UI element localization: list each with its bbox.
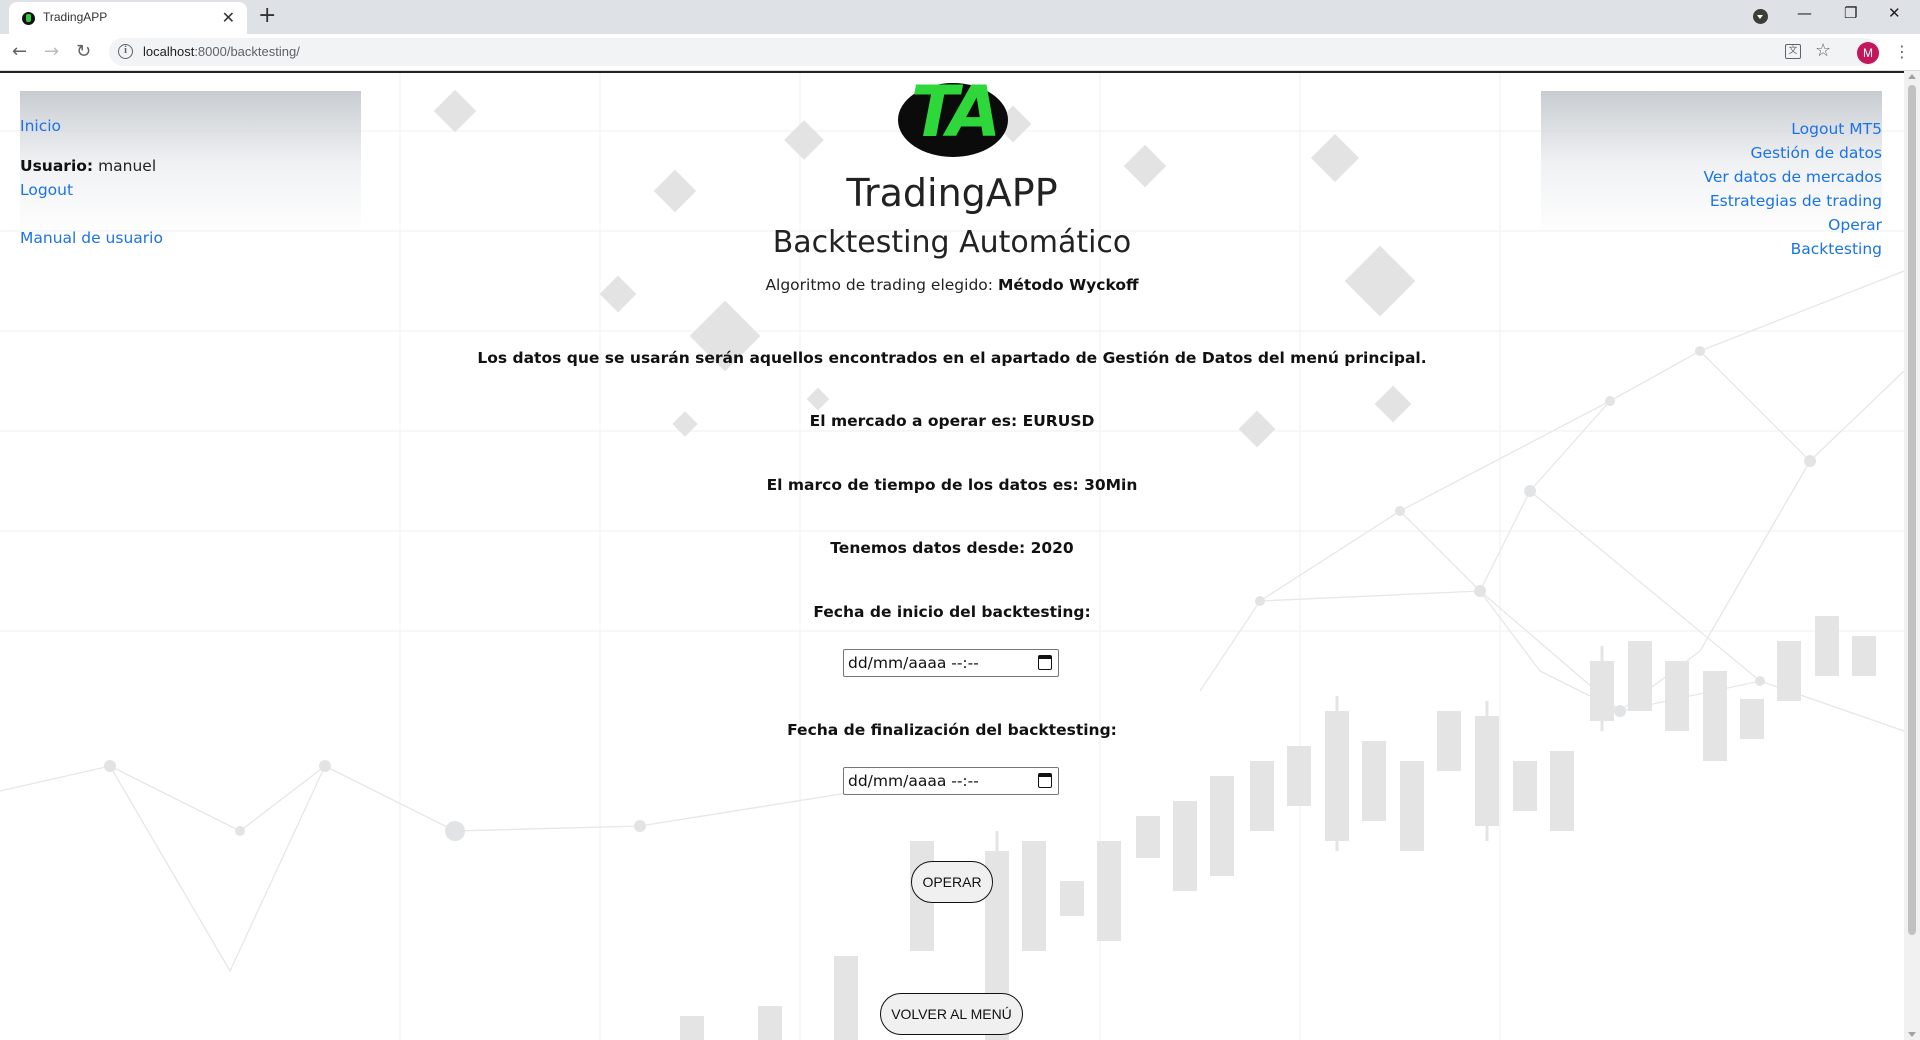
page-title: Backtesting Automático — [772, 225, 1132, 260]
forward-arrow-icon[interactable]: → — [44, 41, 59, 62]
browser-tab[interactable]: TradingAPP ✕ — [9, 2, 247, 34]
app-title: TradingAPP — [846, 171, 1058, 215]
start-date-label: Fecha de inicio del backtesting: — [813, 603, 1091, 621]
start-date-input[interactable]: dd/mm/aaaa --:-- — [843, 649, 1059, 677]
logo-text: TA — [910, 71, 1002, 153]
calendar-icon[interactable] — [1038, 773, 1052, 788]
profile-avatar[interactable]: M — [1857, 42, 1879, 64]
tab-search-icon[interactable] — [1753, 9, 1768, 24]
restore-icon[interactable]: ❐ — [1844, 4, 1857, 22]
scroll-thumb[interactable] — [1908, 85, 1916, 935]
algorithm-line: Algoritmo de trading elegido: Método Wyc… — [0, 276, 1904, 294]
algorithm-prefix: Algoritmo de trading elegido: — [765, 276, 993, 294]
new-tab-button[interactable]: + — [258, 3, 276, 28]
reload-icon[interactable]: ↻ — [76, 41, 91, 62]
timeframe-text: El marco de tiempo de los datos es: 30Mi… — [766, 476, 1138, 494]
start-date-placeholder: dd/mm/aaaa --:-- — [848, 654, 979, 672]
translate-icon[interactable]: 文 — [1785, 44, 1801, 59]
logout-mt5-link[interactable]: Logout MT5 — [1703, 117, 1882, 141]
scroll-up-arrow-icon[interactable] — [1908, 74, 1916, 79]
app-logo: TA — [898, 71, 1008, 157]
browser-tab-bar: TradingAPP ✕ + — ❐ ✕ — [0, 0, 1920, 34]
site-info-icon[interactable]: i — [118, 44, 133, 59]
nav-home-link[interactable]: Inicio — [20, 117, 61, 135]
bookmark-star-icon[interactable]: ☆ — [1815, 40, 1831, 61]
favicon-icon — [22, 12, 35, 25]
back-arrow-icon[interactable]: ← — [12, 41, 27, 62]
url-text[interactable]: localhost:8000/backtesting/ — [143, 44, 300, 59]
tab-close-icon[interactable]: ✕ — [222, 8, 235, 27]
address-bar[interactable]: i localhost:8000/backtesting/ 文 ☆ — [109, 38, 1880, 66]
back-to-menu-button[interactable]: VOLVER AL MENÚ — [880, 993, 1023, 1035]
scroll-down-arrow-icon[interactable] — [1908, 1032, 1916, 1037]
browser-menu-icon[interactable]: ⋮ — [1894, 42, 1910, 61]
vertical-scrollbar[interactable] — [1904, 71, 1920, 1040]
browser-toolbar: ← → ↻ i localhost:8000/backtesting/ 文 ☆ — [0, 34, 1920, 71]
data-source-text: Los datos que se usarán serán aquellos e… — [477, 349, 1427, 367]
end-date-label: Fecha de finalización del backtesting: — [787, 721, 1117, 739]
minimize-icon[interactable]: — — [1797, 4, 1812, 22]
calendar-icon[interactable] — [1038, 655, 1052, 670]
window-close-icon[interactable]: ✕ — [1888, 4, 1901, 22]
tab-title: TradingAPP — [43, 10, 108, 24]
algorithm-name: Método Wyckoff — [997, 276, 1139, 294]
operate-button[interactable]: OPERAR — [911, 861, 993, 903]
market-text: El mercado a operar es: EURUSD — [809, 412, 1095, 430]
end-date-input[interactable]: dd/mm/aaaa --:-- — [843, 767, 1059, 795]
page-viewport: Inicio Usuario: manuel Logout Manual de … — [0, 71, 1904, 1040]
data-since-text: Tenemos datos desde: 2020 — [830, 539, 1074, 557]
data-management-link[interactable]: Gestión de datos — [1703, 141, 1882, 165]
end-date-placeholder: dd/mm/aaaa --:-- — [848, 772, 979, 790]
